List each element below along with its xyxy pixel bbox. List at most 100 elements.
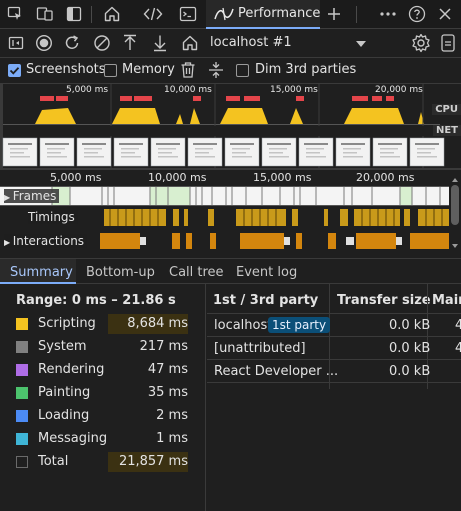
tab-performance-label: Performance xyxy=(238,6,321,21)
performance-toolbar: localhost #1 xyxy=(0,29,461,58)
total-value: 21,857 ms xyxy=(118,454,188,469)
expand-arrow-icon: ▶ xyxy=(4,238,13,247)
third-party-table: 1st / 3rd party Transfer size Main local… xyxy=(207,284,461,511)
sources-icon[interactable] xyxy=(142,4,164,24)
interactions-track-label[interactable]: ▶ Interactions xyxy=(4,234,88,248)
main-time: 4 xyxy=(455,341,461,356)
category-name: Rendering xyxy=(38,362,105,377)
details-tabs: Summary Bottom-up Call tree Event log xyxy=(0,258,461,284)
transfer-size: 0.0 kB xyxy=(389,318,431,333)
garbage-collect-icon[interactable] xyxy=(180,61,196,79)
frames-label: Frames xyxy=(12,189,57,203)
summary-row-rendering: Rendering 47 ms xyxy=(0,359,206,381)
clear-icon[interactable] xyxy=(93,34,111,52)
range-label: Range: 0 ms – 21.86 s xyxy=(16,293,176,308)
category-name: Messaging xyxy=(38,431,108,446)
tab-summary[interactable]: Summary xyxy=(10,265,73,280)
timeline-overview[interactable]: 5,000 ms 10,000 ms 15,000 ms 20,000 ms C… xyxy=(0,84,461,170)
welcome-home-icon[interactable] xyxy=(101,4,123,24)
table-row[interactable]: React Developer ... 0.0 kB xyxy=(207,360,461,383)
column-header-main[interactable]: Main xyxy=(432,293,461,308)
timings-label[interactable]: Timings xyxy=(28,210,78,224)
color-swatch xyxy=(16,341,28,353)
overview-mark-15000: 15,000 ms xyxy=(270,85,318,95)
download-profile-icon[interactable] xyxy=(152,34,168,52)
collapse-tracks-icon[interactable] xyxy=(208,61,224,79)
column-header-party[interactable]: 1st / 3rd party xyxy=(213,293,318,308)
category-name: Loading xyxy=(38,408,90,423)
frames-track-label[interactable]: ▶ Frames xyxy=(4,189,60,203)
help-icon[interactable] xyxy=(406,4,428,24)
record-button[interactable] xyxy=(35,34,53,52)
select-element-icon[interactable] xyxy=(4,4,26,24)
memory-label: Memory xyxy=(122,62,175,77)
summary-row-scripting: Scripting 8,684 ms xyxy=(0,313,206,335)
screenshots-checkbox[interactable] xyxy=(8,64,21,77)
settings-gear-icon[interactable] xyxy=(411,33,431,53)
toggle-sidebar-icon[interactable] xyxy=(8,35,24,51)
overview-mark-10000: 10,000 ms xyxy=(164,85,212,95)
party-name: localhost xyxy=(214,318,273,333)
dock-side-icon[interactable] xyxy=(63,4,85,24)
reload-record-icon[interactable] xyxy=(63,34,81,52)
first-party-badge: 1st party xyxy=(268,317,331,333)
interactions-label: Interactions xyxy=(12,234,85,248)
devtools-tab-bar: Performance xyxy=(0,0,461,29)
frames-track[interactable]: ▶ Frames xyxy=(0,186,449,206)
summary-row-loading: Loading 2 ms xyxy=(0,405,206,427)
main-time: 4 xyxy=(455,318,461,333)
color-swatch xyxy=(16,433,28,445)
cpu-label: CPU xyxy=(432,104,461,115)
party-name: [unattributed] xyxy=(214,341,306,356)
capture-options-bar: Screenshots Memory Dim 3rd parties xyxy=(0,58,461,84)
total-name: Total xyxy=(38,454,69,469)
color-swatch xyxy=(16,456,28,468)
dim-3rd-parties-checkbox[interactable] xyxy=(236,64,249,77)
table-row[interactable]: [unattributed] 0.0 kB 4 xyxy=(207,337,461,360)
upload-profile-icon[interactable] xyxy=(122,34,138,52)
color-swatch xyxy=(16,364,28,376)
target-select[interactable]: localhost #1 xyxy=(210,35,292,50)
net-label: NET xyxy=(432,125,461,136)
memory-checkbox[interactable] xyxy=(104,64,117,77)
transfer-size: 0.0 kB xyxy=(389,364,431,379)
category-value: 1 ms xyxy=(156,431,188,446)
category-name: Painting xyxy=(38,385,91,400)
more-options-icon[interactable] xyxy=(377,4,399,24)
ruler-mark-10000: 10,000 ms xyxy=(148,171,207,184)
timings-track[interactable]: Timings xyxy=(0,206,449,230)
tab-performance[interactable]: Performance xyxy=(206,0,320,29)
ruler-mark-5000: 5,000 ms xyxy=(50,171,102,184)
performance-icon xyxy=(214,7,234,21)
console-icon[interactable] xyxy=(177,4,199,24)
category-value: 47 ms xyxy=(147,362,188,377)
summary-row-total: Total 21,857 ms xyxy=(0,451,206,473)
tracks-scrollbar[interactable] xyxy=(449,176,461,254)
overview-mark-20000: 20,000 ms xyxy=(375,85,423,95)
color-swatch xyxy=(16,318,28,330)
dim-3rd-parties-label: Dim 3rd parties xyxy=(255,62,357,77)
chevron-down-icon[interactable] xyxy=(356,41,366,48)
device-toolbar-icon[interactable] xyxy=(34,4,56,24)
party-name: React Developer ... xyxy=(214,364,339,379)
column-header-transfer-size[interactable]: Transfer size xyxy=(337,293,431,308)
color-swatch xyxy=(16,387,28,399)
category-name: Scripting xyxy=(38,316,96,331)
summary-row-messaging: Messaging 1 ms xyxy=(0,428,206,450)
overview-mark-5000: 5,000 ms xyxy=(66,85,109,95)
home-icon[interactable] xyxy=(181,34,199,52)
timeline-ruler: 5,000 ms 10,000 ms 15,000 ms 20,000 ms xyxy=(0,170,461,186)
add-panel-icon[interactable] xyxy=(323,4,345,24)
summary-panel: Range: 0 ms – 21.86 s Scripting 8,684 ms… xyxy=(0,284,206,511)
summary-row-system: System 217 ms xyxy=(0,336,206,358)
table-row[interactable]: localhost 1st party 0.0 kB 4 xyxy=(207,314,461,337)
tab-event-log[interactable]: Event log xyxy=(236,265,297,280)
summary-row-painting: Painting 35 ms xyxy=(0,382,206,404)
transfer-size: 0.0 kB xyxy=(389,341,431,356)
close-devtools-icon[interactable] xyxy=(434,4,456,24)
tab-bottom-up[interactable]: Bottom-up xyxy=(86,265,155,280)
tab-call-tree[interactable]: Call tree xyxy=(169,265,224,280)
capture-settings-icon[interactable] xyxy=(440,33,456,53)
ruler-mark-15000: 15,000 ms xyxy=(253,171,312,184)
interactions-track[interactable]: ▶ Interactions xyxy=(0,230,449,254)
